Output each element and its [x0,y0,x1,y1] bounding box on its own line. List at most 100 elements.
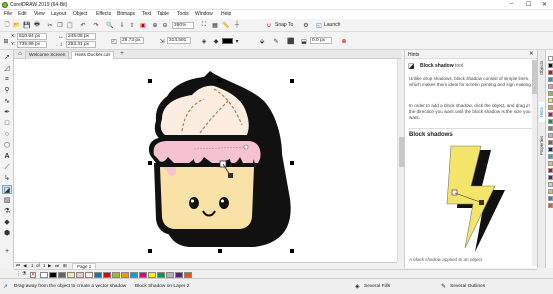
x-position-field[interactable]: 810.94 px [17,33,47,40]
ellipse-tool-icon[interactable]: ○ [2,130,12,139]
publish-pdf-icon[interactable]: ▣ [139,21,147,29]
feather-field[interactable]: 0.0 px [310,37,332,44]
zoom-tool-icon[interactable]: ⚲ [2,86,12,95]
new-tab-icon[interactable]: + [118,50,126,58]
selection-handle-top-left[interactable] [148,79,152,83]
fill-color-icon[interactable]: ◆ [212,37,220,45]
freehand-tool-icon[interactable]: ∿ [2,97,12,106]
object-origin-icon[interactable]: ⊞ [2,37,10,45]
snap-to-menu[interactable]: Snap To [275,22,293,28]
cupcake-artwork[interactable] [14,59,397,262]
open-icon[interactable]: 📂 [13,21,21,29]
zoom-in-icon[interactable]: ⊕ [151,21,159,29]
selection-handle-bottom-left[interactable] [148,249,152,253]
shadow-offset-x-field[interactable]: 29.73 px [120,37,144,44]
docker-close-icon[interactable]: ✕ [529,51,534,57]
shape-tool-icon[interactable]: ◿ [2,64,12,73]
menu-tools[interactable]: Tools [177,11,189,17]
copy-icon[interactable]: ❐ [56,21,64,29]
launch-menu[interactable]: Launch [324,22,340,28]
print-icon[interactable]: 🖶 [33,21,41,29]
menu-object[interactable]: Object [73,11,87,17]
palette-swatch[interactable] [548,133,553,138]
menu-edit[interactable]: Edit [18,11,27,17]
menu-view[interactable]: View [34,11,45,17]
outline-width-icon[interactable]: ⬛ [287,37,295,45]
text-tool-icon[interactable]: A [2,152,12,161]
polygon-tool-icon[interactable]: ⬡ [2,141,12,150]
grid-icon[interactable]: ▦ [211,21,219,29]
clear-shadow-icon[interactable]: ⊗ [340,37,348,45]
palette-swatch[interactable] [548,119,553,124]
menu-file[interactable]: File [4,11,12,17]
palette-swatch[interactable] [548,77,553,82]
palette-swatch[interactable] [548,84,553,89]
last-page-icon[interactable]: ⏭ [55,263,59,268]
menu-text[interactable]: Text [142,11,151,17]
palette-swatch[interactable] [548,105,553,110]
palette-menu-icon[interactable]: ⋮ [16,271,21,277]
status-fill[interactable]: Several Fills [364,284,390,289]
new-icon[interactable]: 🗋 [3,21,11,29]
menu-layout[interactable]: Layout [51,11,66,17]
full-screen-icon[interactable]: ⛶ [200,21,208,29]
palette-swatch[interactable] [548,154,553,159]
undo-icon[interactable]: ↶ [79,21,87,29]
maximize-button[interactable]: ☐ [526,1,531,8]
block-shadow-tool-icon[interactable]: ◪ [2,185,12,194]
search-content-icon[interactable]: 🔍 [106,21,114,29]
eyedropper-icon[interactable]: ⚗ [22,271,26,277]
artistic-media-icon[interactable]: ✒ [2,108,12,117]
palette-swatch[interactable] [548,203,553,208]
tab-hints-docker[interactable]: Hints Docker.cdr [71,51,115,59]
palette-swatch[interactable] [548,91,553,96]
selection-handle-top-middle[interactable] [218,79,222,83]
vertical-scrollbar[interactable] [397,59,404,262]
transparency-tool-icon[interactable]: ▨ [2,196,12,205]
eyedropper-tool-icon[interactable]: ⚗ [2,207,12,216]
palette-swatch[interactable] [548,189,553,194]
palette-swatch[interactable] [548,56,553,61]
palette-swatch[interactable] [548,140,553,145]
palette-swatch[interactable] [548,168,553,173]
y-position-field[interactable]: 735.99 px [17,41,47,48]
menu-table[interactable]: Table [157,11,169,17]
guidelines-icon[interactable]: ┼ [233,21,241,29]
menu-effects[interactable]: Effects [96,11,111,17]
paint-bucket-icon[interactable]: ⬙ [258,37,266,45]
stroke-icon[interactable]: ✎ [272,37,280,45]
palette-swatch[interactable] [548,182,553,187]
selection-handle-bottom-right[interactable] [290,249,294,253]
smart-fill-icon[interactable]: ⬢ [2,229,12,238]
palette-swatch[interactable] [548,196,553,201]
palette-swatch[interactable] [548,175,553,180]
selection-handle-bottom-middle[interactable] [218,249,222,253]
interactive-fill-icon[interactable]: ◆ [2,218,12,227]
first-page-icon[interactable]: ⏮ [16,263,20,268]
dimension-tool-icon[interactable]: ⟋ [2,163,12,172]
shadow-offset-y-field[interactable]: 314.591 [167,37,191,44]
paste-icon[interactable]: 📋 [66,21,74,29]
palette-swatch[interactable] [548,63,553,68]
close-button[interactable]: ✕ [542,1,547,8]
zoom-level-select[interactable]: 260% [172,22,194,29]
palette-swatch[interactable] [548,161,553,166]
rectangle-tool-icon[interactable]: □ [2,119,12,128]
selection-handle-top-right[interactable] [290,79,294,83]
zoom-out-icon[interactable]: ⊖ [161,21,169,29]
height-field[interactable]: 293.31 px [66,41,96,48]
rulers-icon[interactable]: 📏 [222,21,230,29]
transparency-icon[interactable]: ⬓ [300,37,308,45]
color-dropdown-icon[interactable]: ▾ [233,37,241,45]
width-field[interactable]: 245.08 px [66,33,96,40]
selection-handle-middle-right[interactable] [290,161,294,165]
status-outline[interactable]: Several Outlines [450,284,485,289]
tab-welcome-screen[interactable]: Welcome Screen [25,51,70,59]
redo-icon[interactable]: ↷ [92,21,100,29]
menu-bitmaps[interactable]: Bitmaps [117,11,135,17]
menu-help[interactable]: Help [221,11,231,17]
drawing-canvas[interactable] [14,59,397,262]
home-tab-icon[interactable]: ⌂ [16,50,24,58]
cut-icon[interactable]: ✂ [46,21,54,29]
connector-tool-icon[interactable]: ↳ [2,174,12,183]
